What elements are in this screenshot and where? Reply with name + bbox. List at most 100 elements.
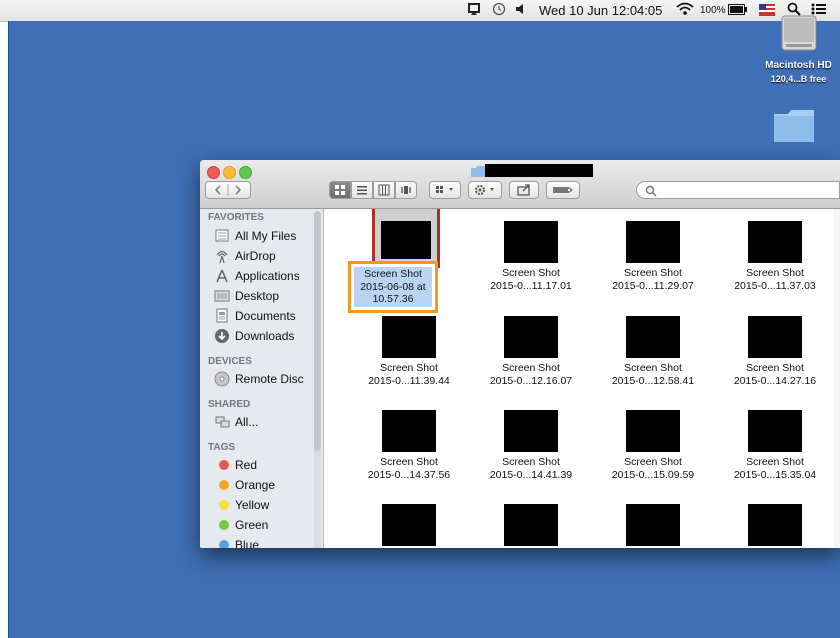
tags-button[interactable] (546, 181, 580, 199)
sidebar-item-airdrop[interactable]: AirDrop (214, 247, 318, 265)
content-scrollbar[interactable] (834, 209, 840, 548)
hard-drive-label[interactable]: Macintosh HD (757, 60, 840, 71)
sidebar-scrollbar-thumb[interactable] (314, 211, 321, 451)
hard-drive-icon[interactable] (780, 12, 818, 56)
wifi-icon[interactable] (676, 2, 694, 19)
search-icon (645, 185, 657, 197)
file-name: Screen Shot (624, 362, 682, 374)
sidebar-item-all-my-files[interactable]: All My Files (214, 227, 318, 245)
file-thumbnail[interactable] (748, 316, 802, 358)
file-item[interactable]: Screen Shot 2015-0...15.35.04 (714, 398, 836, 492)
file-thumbnail[interactable] (626, 221, 680, 263)
file-item[interactable]: Screen Shot 2015-0...14.27.16 (714, 304, 836, 398)
applications-icon (214, 268, 230, 284)
arrange-button[interactable] (429, 181, 461, 199)
file-item[interactable]: Screen Shot 2015-0...12.16.07 (470, 304, 592, 398)
battery-percent[interactable]: 100% (700, 2, 726, 19)
window-title-redacted (485, 164, 593, 177)
minimize-button[interactable] (223, 166, 236, 179)
file-date: 2015-0...12.16.07 (489, 375, 573, 387)
zoom-button[interactable] (239, 166, 252, 179)
file-item[interactable]: Screen Shot 2015-0...11.39.44 (348, 304, 470, 398)
file-name: Screen Shot (746, 267, 804, 279)
file-thumbnail[interactable] (748, 504, 802, 546)
sidebar-item-label: Red (235, 458, 258, 472)
filename-edit-field[interactable]: Screen Shot 2015-06-08 at 10.57.36 (354, 267, 432, 307)
file-thumbnail[interactable] (382, 504, 436, 546)
sidebar-item-label: Applications (235, 269, 300, 283)
sidebar-tag-blue[interactable]: Blue (214, 536, 318, 548)
file-item[interactable] (470, 492, 592, 548)
file-thumbnail[interactable] (504, 410, 558, 452)
shared-heading: SHARED (208, 399, 251, 410)
file-name: Screen Shot (502, 456, 560, 468)
search-field[interactable] (636, 181, 840, 199)
file-thumbnail-highlight[interactable] (372, 209, 440, 268)
sidebar-item-applications[interactable]: Applications (214, 267, 318, 285)
file-item[interactable]: Screen Shot 2015-0...11.29.07 (592, 209, 714, 303)
column-view-button[interactable] (373, 181, 395, 199)
sidebar-item-desktop[interactable]: Desktop (214, 287, 318, 305)
file-item[interactable] (592, 492, 714, 548)
file-date: 2015-0...11.37.03 (734, 280, 816, 292)
filename-line: Screen Shot (364, 268, 422, 280)
sidebar-item-remote-disc[interactable]: Remote Disc (214, 370, 318, 388)
tag-dot-icon (219, 480, 229, 490)
sidebar-tag-green[interactable]: Green (214, 516, 318, 534)
file-thumbnail[interactable] (504, 316, 558, 358)
volume-icon[interactable] (514, 2, 528, 19)
remote-disc-icon (214, 371, 230, 387)
sidebar-item-shared-all[interactable]: All... (214, 413, 318, 431)
file-thumbnail[interactable] (748, 410, 802, 452)
sidebar-item-label: Orange (235, 478, 276, 492)
file-item[interactable] (348, 492, 470, 548)
file-date: 2015-0...12.58.41 (611, 375, 695, 387)
battery-icon[interactable] (728, 2, 748, 19)
sidebar-scrollbar[interactable] (314, 211, 321, 548)
close-button[interactable] (207, 166, 220, 179)
desktop-icon (214, 288, 230, 304)
sidebar-item-downloads[interactable]: Downloads (214, 327, 318, 345)
time-machine-icon[interactable] (492, 2, 506, 19)
file-name: Screen Shot (624, 267, 682, 279)
file-thumbnail[interactable] (382, 316, 436, 358)
file-thumbnail[interactable] (504, 221, 558, 263)
file-thumbnail[interactable] (748, 221, 802, 263)
file-item[interactable]: Screen Shot 2015-0...15.09.59 (592, 398, 714, 492)
airplay-icon[interactable] (467, 2, 481, 19)
file-item[interactable]: Screen Shot 2015-0...14.37.56 (348, 398, 470, 492)
file-item-selected[interactable]: Screen Shot 2015-06-08 at 10.57.36 (348, 209, 470, 313)
file-thumbnail[interactable] (381, 221, 431, 259)
sidebar-item-label: Green (235, 518, 269, 532)
file-date: 2015-0...15.35.04 (733, 469, 817, 481)
action-button[interactable] (468, 181, 502, 199)
share-button[interactable] (509, 181, 539, 199)
back-forward-buttons[interactable] (205, 181, 251, 199)
clock[interactable]: Wed 10 Jun 12:04:05 (539, 2, 662, 19)
file-name: Screen Shot (502, 267, 560, 279)
icon-view-button[interactable] (329, 181, 351, 199)
file-item[interactable] (714, 492, 836, 548)
sidebar-tag-red[interactable]: Red (214, 456, 318, 474)
file-item[interactable]: Screen Shot 2015-0...12.58.41 (592, 304, 714, 398)
desktop-folder-icon[interactable] (772, 108, 816, 144)
list-view-button[interactable] (351, 181, 373, 199)
file-name: Screen Shot (746, 362, 804, 374)
file-thumbnail[interactable] (626, 316, 680, 358)
file-thumbnail[interactable] (504, 504, 558, 546)
file-thumbnail[interactable] (626, 410, 680, 452)
sidebar-tag-yellow[interactable]: Yellow (214, 496, 318, 514)
file-item[interactable]: Screen Shot 2015-0...11.37.03 (714, 209, 836, 303)
sidebar-item-documents[interactable]: Documents (214, 307, 318, 325)
tag-dot-icon (219, 460, 229, 470)
downloads-icon (214, 328, 230, 344)
file-date: 2015-0...14.37.56 (367, 469, 451, 481)
favorites-heading: FAVORITES (208, 212, 264, 223)
sidebar-tag-orange[interactable]: Orange (214, 476, 318, 494)
file-item[interactable]: Screen Shot 2015-0...11.17.01 (470, 209, 592, 303)
file-item[interactable]: Screen Shot 2015-0...14.41.39 (470, 398, 592, 492)
file-thumbnail[interactable] (382, 410, 436, 452)
cover-flow-button[interactable] (395, 181, 417, 199)
file-thumbnail[interactable] (626, 504, 680, 546)
flag-icon[interactable] (759, 2, 775, 19)
